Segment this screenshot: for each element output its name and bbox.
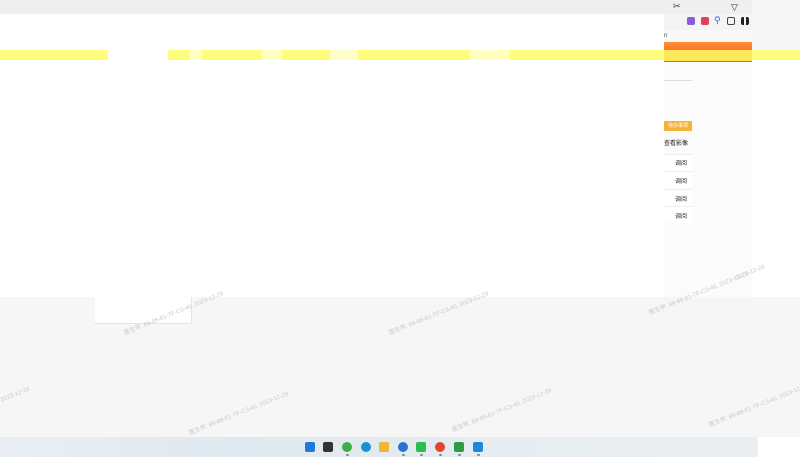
- system-tray[interactable]: [758, 437, 800, 457]
- view-image-header: 查看影像: [664, 141, 689, 147]
- search-extension-icon[interactable]: ⚲: [714, 15, 721, 26]
- row-bar-text: n: [664, 33, 668, 39]
- purple-extension-icon[interactable]: [687, 17, 695, 25]
- running-indicator: [458, 454, 461, 456]
- running-indicator: [439, 454, 442, 456]
- view-link[interactable]: 调阅: [675, 194, 687, 203]
- address-row: n: [664, 30, 752, 42]
- wechat-icon[interactable]: [416, 442, 426, 452]
- divider: [664, 80, 692, 81]
- green-app-icon[interactable]: [454, 442, 464, 452]
- blue-app-icon[interactable]: [473, 442, 483, 452]
- running-indicator: [420, 454, 423, 456]
- chat-icon[interactable]: [398, 442, 408, 452]
- grid-icon[interactable]: [741, 17, 749, 25]
- windows-start-icon[interactable]: [305, 442, 315, 452]
- main-content-area: [0, 60, 664, 297]
- running-indicator: [477, 454, 480, 456]
- view-link[interactable]: 调阅: [675, 176, 687, 185]
- view-link[interactable]: 调阅: [675, 211, 687, 220]
- running-indicator: [346, 454, 349, 456]
- scissors-icon[interactable]: ✂: [673, 1, 681, 12]
- chrome-browser-icon[interactable]: [435, 442, 445, 452]
- side-blank-panel: [752, 60, 800, 297]
- todo-tag-button[interactable]: 待办事项: [664, 121, 692, 131]
- filter-icon[interactable]: ▽: [731, 2, 738, 13]
- task-view-icon[interactable]: [323, 442, 333, 452]
- view-link[interactable]: 调阅: [675, 158, 687, 167]
- file-explorer-icon[interactable]: [379, 442, 389, 452]
- app-refresh-icon[interactable]: [342, 442, 352, 452]
- running-indicator: [402, 454, 405, 456]
- watermark: 医生甲, 89-88-81-7F-C3-46, 2023-12-29: [708, 383, 800, 429]
- edge-browser-icon[interactable]: [361, 442, 371, 452]
- window-icon[interactable]: [727, 17, 735, 25]
- watermark: 医生甲, 89-88-81-7F-C3-46, 2023-12-29: [451, 388, 553, 434]
- watermark: 医生甲, 89-88-81-7F-C3-46, 2023-12-29: [188, 391, 290, 437]
- watermark: 2023-12-29: [0, 386, 31, 404]
- gamepad-icon[interactable]: [701, 17, 709, 25]
- browser-toolbar: [0, 0, 752, 14]
